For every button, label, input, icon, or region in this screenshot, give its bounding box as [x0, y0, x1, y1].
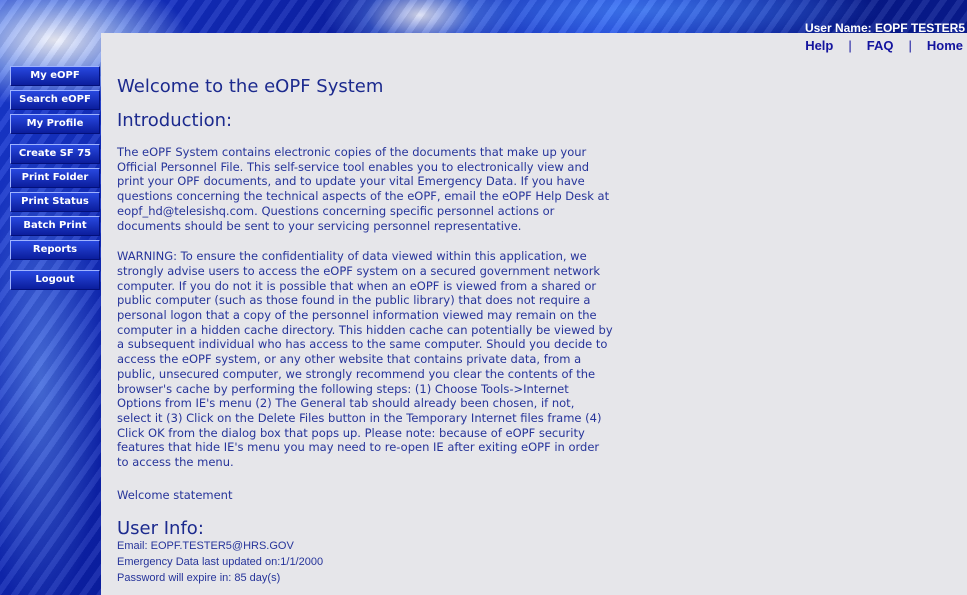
warning-line: select it (3) Click on the Delete Files …: [117, 410, 602, 425]
warning-line: a subsequent individual who has access t…: [117, 337, 608, 352]
warning-line: Click OK from the dialog box that pops u…: [117, 425, 585, 440]
nav-search-eopf-button[interactable]: Search eOPF: [10, 90, 100, 110]
warning-line: features that hide IE's menu you may nee…: [117, 440, 600, 455]
nav-print-folder-button[interactable]: Print Folder: [10, 168, 100, 188]
user-info-heading: User Info:: [117, 518, 204, 540]
intro-line: Official Personnel File. This self-servi…: [117, 159, 590, 174]
link-separator: |: [848, 38, 852, 53]
intro-line: questions concerning the technical aspec…: [117, 189, 610, 204]
help-link[interactable]: Help: [805, 38, 833, 53]
nav-print-status-button[interactable]: Print Status: [10, 192, 100, 212]
emergency-data-updated: Emergency Data last updated on:1/1/2000: [117, 556, 324, 569]
warning-line: personal logon that a copy of the person…: [117, 308, 597, 323]
warning-line: strongly advise users to access the eOPF…: [117, 263, 601, 278]
nav-create-sf75-button[interactable]: Create SF 75: [10, 144, 100, 164]
page-title: Welcome to the eOPF System: [117, 76, 384, 97]
warning-line: browser's cache by performing the follow…: [117, 381, 569, 396]
warning-line: public computer (such as those found in …: [117, 293, 591, 308]
intro-heading: Introduction:: [117, 110, 233, 131]
intro-paragraph: The eOPF System contains electronic copi…: [117, 145, 617, 233]
intro-line: documents should be sent to your servici…: [117, 218, 522, 233]
warning-line: Options from IE's menu (2) The General t…: [117, 396, 575, 411]
top-links: Help | FAQ | Home: [805, 38, 963, 53]
intro-line: The eOPF System contains electronic copi…: [117, 145, 587, 159]
home-link[interactable]: Home: [927, 38, 963, 53]
warning-line: to access the menu.: [117, 455, 234, 470]
nav-reports-button[interactable]: Reports: [10, 240, 100, 260]
warning-paragraph: WARNING: To ensure the confidentiality o…: [117, 249, 617, 470]
faq-link[interactable]: FAQ: [867, 38, 894, 53]
intro-line: print your OPF documents, and to update …: [117, 174, 585, 189]
warning-line: WARNING: To ensure the confidentiality o…: [117, 249, 587, 264]
nav-logout-button[interactable]: Logout: [10, 270, 100, 290]
nav-my-profile-button[interactable]: My Profile: [10, 114, 100, 134]
link-separator: |: [908, 38, 912, 53]
warning-line: access the eOPF system, or any other web…: [117, 352, 582, 367]
warning-line: computer in a hidden cache directory. Th…: [117, 322, 613, 337]
password-expiry: Password will expire in: 85 day(s): [117, 572, 281, 585]
nav-my-eopf-button[interactable]: My eOPF: [10, 66, 100, 86]
warning-line: public, unsecured computer, we strongly …: [117, 366, 596, 381]
sidebar-nav: My eOPF Search eOPF My Profile Create SF…: [10, 66, 100, 294]
user-email: Email: EOPF.TESTER5@HRS.GOV: [117, 540, 294, 553]
nav-batch-print-button[interactable]: Batch Print: [10, 216, 100, 236]
warning-line: computer. If you do not it is possible t…: [117, 278, 597, 293]
welcome-statement: Welcome statement: [117, 487, 233, 502]
main-content: Welcome to the eOPF System Introduction:…: [117, 76, 617, 585]
intro-line: eopf_hd@telesishq.com. Questions concern…: [117, 203, 555, 218]
